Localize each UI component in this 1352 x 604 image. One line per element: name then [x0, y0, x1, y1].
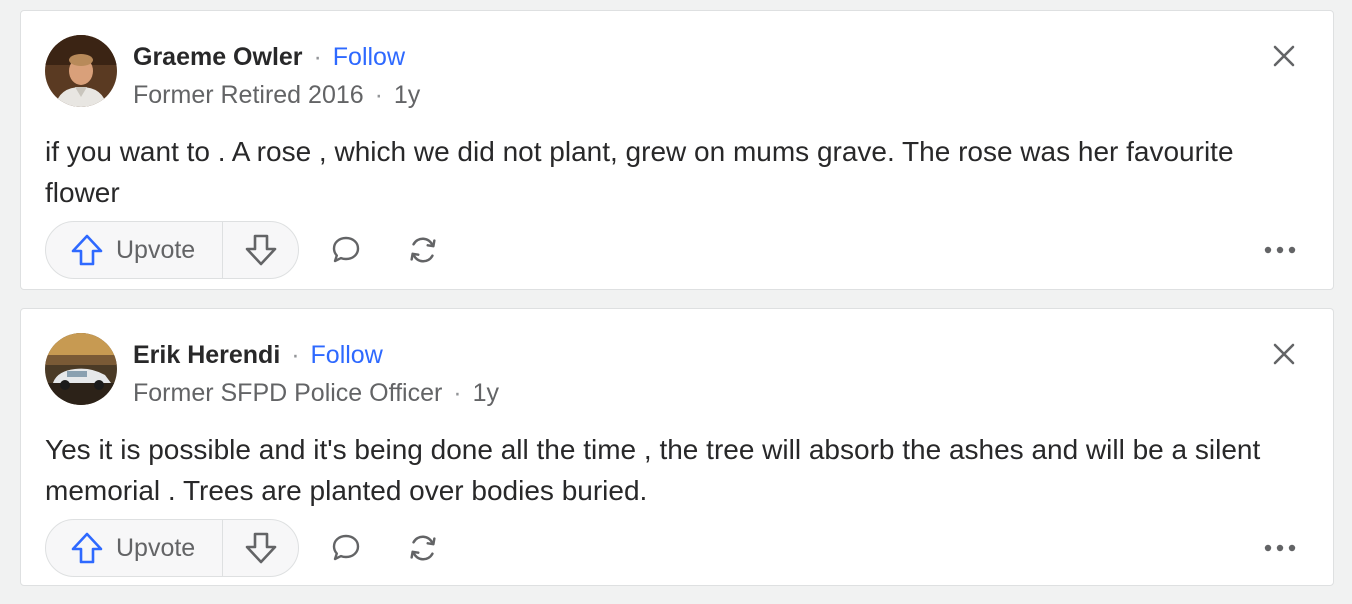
- downvote-arrow-icon: [245, 532, 276, 564]
- comment-button[interactable]: [329, 233, 363, 267]
- more-icon: [1264, 544, 1296, 552]
- close-button[interactable]: [1271, 43, 1297, 69]
- answer-body: if you want to . A rose , which we did n…: [45, 136, 1234, 208]
- answer-body: Yes it is possible and it's being done a…: [45, 434, 1261, 506]
- more-options-button[interactable]: [1263, 237, 1297, 263]
- author-credential[interactable]: Former Retired 2016: [133, 81, 364, 109]
- separator-dot: ·: [291, 341, 300, 369]
- car-photo-avatar-icon: [45, 333, 117, 405]
- follow-button[interactable]: Follow: [311, 341, 383, 369]
- close-icon: [1273, 45, 1295, 67]
- close-icon: [1273, 343, 1295, 365]
- downvote-button[interactable]: [223, 520, 298, 576]
- close-button[interactable]: [1271, 341, 1297, 367]
- upvote-arrow-icon: [71, 234, 103, 266]
- author-meta: Former Retired 2016 · 1y: [133, 79, 420, 111]
- author-line: Erik Herendi · Follow: [133, 339, 383, 371]
- upvote-button[interactable]: Upvote: [46, 222, 222, 278]
- author-avatar[interactable]: [45, 35, 117, 107]
- upvote-label: Upvote: [116, 533, 196, 562]
- author-avatar[interactable]: [45, 333, 117, 405]
- comment-icon: [332, 534, 360, 561]
- vote-group: Upvote: [45, 221, 299, 279]
- upvote-arrow-icon: [71, 532, 103, 564]
- answer-card: Graeme Owler · Follow Former Retired 201…: [20, 10, 1334, 290]
- meta-separator-dot: ·: [453, 379, 462, 407]
- answer-time[interactable]: 1y: [473, 379, 499, 407]
- upvote-label: Upvote: [116, 235, 196, 264]
- downvote-arrow-icon: [245, 234, 276, 266]
- answer-time[interactable]: 1y: [394, 81, 420, 109]
- author-credential[interactable]: Former SFPD Police Officer: [133, 379, 442, 407]
- person-photo-avatar-icon: [45, 35, 117, 107]
- vote-group: Upvote: [45, 519, 299, 577]
- more-options-button[interactable]: [1263, 535, 1297, 561]
- share-icon: [410, 535, 436, 561]
- author-line: Graeme Owler · Follow: [133, 41, 405, 73]
- more-icon: [1264, 246, 1296, 254]
- author-name[interactable]: Erik Herendi: [133, 341, 280, 369]
- share-button[interactable]: [406, 233, 440, 267]
- meta-separator-dot: ·: [374, 81, 383, 109]
- comment-button[interactable]: [329, 531, 363, 565]
- author-name[interactable]: Graeme Owler: [133, 43, 303, 71]
- follow-button[interactable]: Follow: [333, 43, 405, 71]
- downvote-button[interactable]: [223, 222, 298, 278]
- separator-dot: ·: [313, 43, 322, 71]
- answer-card: Erik Herendi · Follow Former SFPD Police…: [20, 308, 1334, 586]
- comment-icon: [332, 236, 360, 263]
- author-meta: Former SFPD Police Officer · 1y: [133, 377, 499, 409]
- share-icon: [410, 237, 436, 263]
- upvote-button[interactable]: Upvote: [46, 520, 222, 576]
- share-button[interactable]: [406, 531, 440, 565]
